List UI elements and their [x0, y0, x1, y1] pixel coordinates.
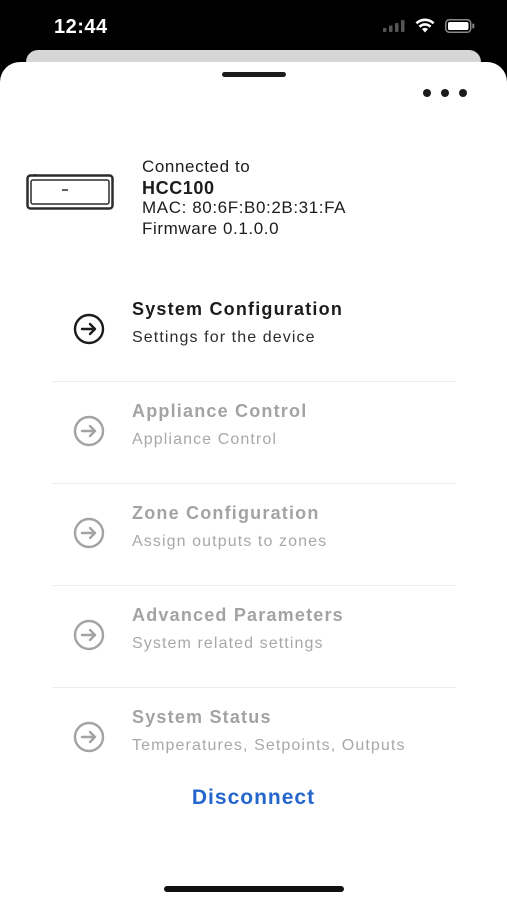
arrow-circle-right-icon — [73, 517, 105, 549]
home-indicator — [164, 886, 344, 892]
signal-icon — [383, 19, 405, 32]
menu-item-subtitle: System related settings — [132, 635, 324, 652]
connected-label: Connected to — [142, 157, 251, 176]
menu-item-subtitle: Settings for the device — [132, 329, 316, 346]
ellipsis-icon-dot — [459, 89, 467, 97]
menu-item-system-status[interactable]: System Status Temperatures, Setpoints, O… — [52, 688, 456, 776]
menu-item-title: System Configuration — [132, 299, 344, 319]
status-time: 12:44 — [54, 16, 108, 38]
status-icons — [383, 18, 475, 33]
thermostat-device-icon — [26, 174, 114, 210]
arrow-circle-right-icon — [73, 619, 105, 651]
battery-icon — [445, 18, 475, 33]
settings-menu: System Configuration Settings for the de… — [52, 280, 456, 776]
device-mac: MAC: 80:6F:B0:2B:31:FA — [142, 198, 347, 217]
sheet-grabber[interactable] — [222, 72, 286, 77]
menu-item-system-configuration[interactable]: System Configuration Settings for the de… — [52, 280, 456, 382]
menu-item-subtitle: Temperatures, Setpoints, Outputs — [132, 737, 406, 754]
arrow-circle-right-icon — [73, 415, 105, 447]
menu-item-title: Appliance Control — [132, 401, 308, 421]
menu-item-title: Zone Configuration — [132, 503, 320, 523]
device-name: HCC100 — [142, 177, 215, 198]
ellipsis-icon-dot — [441, 89, 449, 97]
device-info: Connected to HCC100 MAC: 80:6F:B0:2B:31:… — [142, 157, 346, 239]
menu-item-subtitle: Assign outputs to zones — [132, 533, 328, 550]
arrow-circle-right-icon — [73, 721, 105, 753]
ellipsis-icon-dot — [423, 89, 431, 97]
wifi-icon — [415, 18, 435, 33]
more-options-button[interactable] — [423, 82, 467, 104]
modal-sheet: Connected to HCC100 MAC: 80:6F:B0:2B:31:… — [0, 62, 507, 900]
menu-item-appliance-control[interactable]: Appliance Control Appliance Control — [52, 382, 456, 484]
menu-item-zone-configuration[interactable]: Zone Configuration Assign outputs to zon… — [52, 484, 456, 586]
status-bar: 12:44 — [0, 0, 507, 56]
device-firmware: Firmware 0.1.0.0 — [142, 218, 280, 238]
menu-item-title: Advanced Parameters — [132, 605, 344, 625]
disconnect-button[interactable]: Disconnect — [0, 784, 507, 814]
menu-item-subtitle: Appliance Control — [132, 431, 277, 448]
menu-item-title: System Status — [132, 707, 272, 727]
menu-item-advanced-parameters[interactable]: Advanced Parameters System related setti… — [52, 586, 456, 688]
arrow-circle-right-icon — [73, 313, 105, 345]
